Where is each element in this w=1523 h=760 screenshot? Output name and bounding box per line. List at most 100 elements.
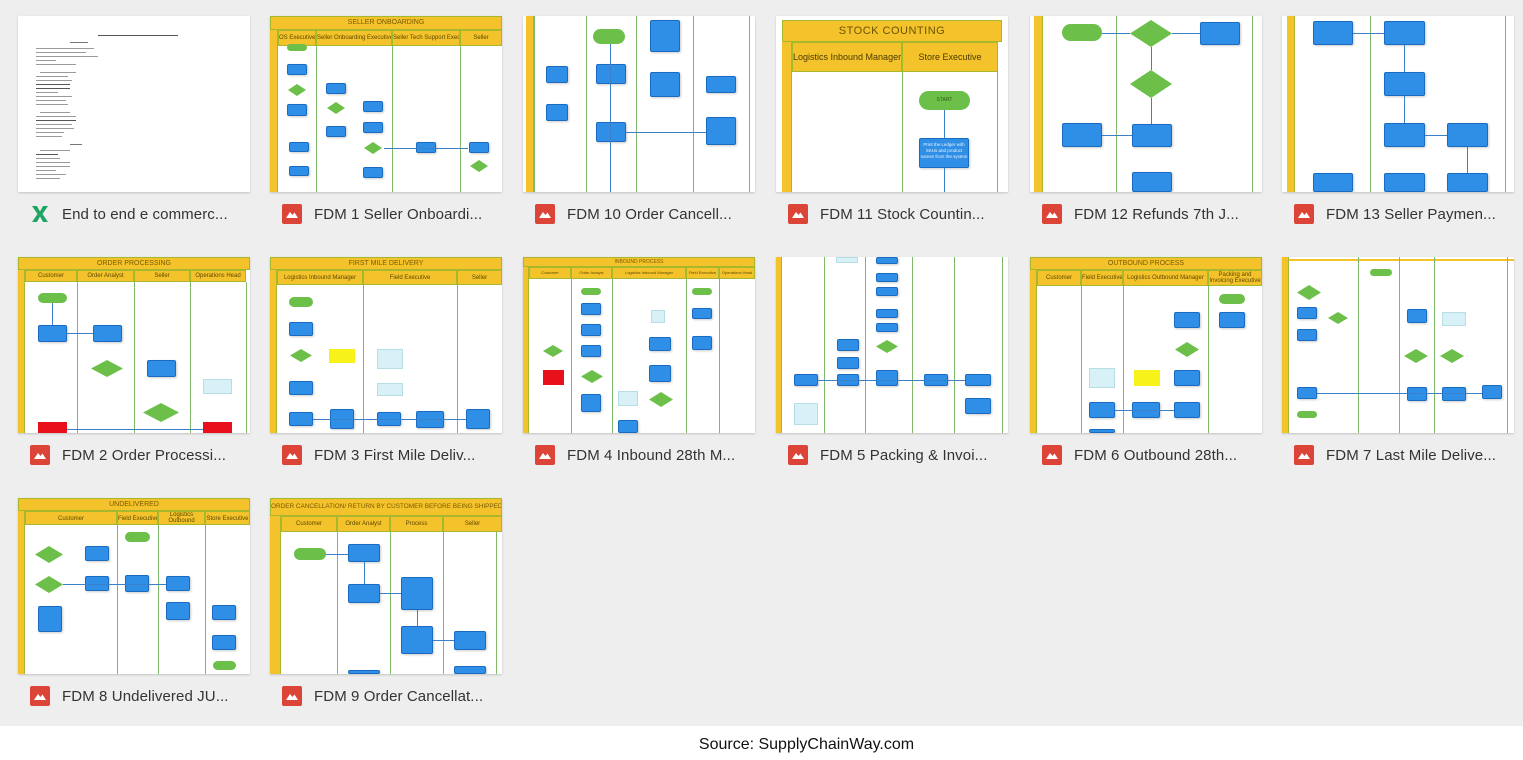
file-name: FDM 12 Refunds 7th J...: [1074, 205, 1239, 223]
file-caption[interactable]: FDM 7 Last Mile Delive...: [1294, 445, 1523, 465]
file-thumbnail-flowchart[interactable]: ORDER PROCESSING Customer Order Analyst …: [18, 257, 250, 433]
image-icon: [1294, 445, 1314, 465]
file-caption[interactable]: FDM 4 Inbound 28th M...: [535, 445, 767, 465]
lane-header: Customer: [25, 270, 77, 282]
file-caption[interactable]: End to end e commerc...: [30, 204, 262, 224]
flowchart-title: ORDER PROCESSING: [18, 257, 250, 270]
image-icon: [1042, 445, 1062, 465]
file-name: FDM 11 Stock Countin...: [820, 205, 985, 223]
file-name: FDM 8 Undelivered JU...: [62, 687, 229, 705]
source-credit: Source: SupplyChainWay.com: [698, 736, 915, 753]
lane-header: Store Executive: [902, 42, 998, 72]
lane-header: Field Executive: [1081, 270, 1123, 286]
image-icon: [30, 686, 50, 706]
flowchart-title: ORDER CANCELLATION/ RETURN BY CUSTOMER B…: [270, 498, 502, 516]
file-thumbnail-flowchart[interactable]: [1282, 257, 1514, 433]
file-name: FDM 10 Order Cancell...: [567, 205, 732, 223]
flowchart-title: FIRST MILE DELIVERY: [270, 257, 502, 270]
flowchart-title: SELLER ONBOARDING: [270, 16, 502, 30]
file-thumbnail-flowchart[interactable]: OUTBOUND PROCESS Customer Field Executiv…: [1030, 257, 1262, 433]
file-name: FDM 9 Order Cancellat...: [314, 687, 484, 705]
file-name: FDM 4 Inbound 28th M...: [567, 446, 736, 464]
flowchart-side-label: [1030, 270, 1037, 433]
flowchart-side-label: [1287, 16, 1295, 192]
lane-header: Customer: [1037, 270, 1081, 286]
lane-header: Seller: [443, 516, 502, 532]
lane-header: Order Analyst: [337, 516, 390, 532]
flowchart-side-label: [776, 257, 782, 433]
flowchart-side-label: [270, 30, 278, 192]
flowchart-side-label: [18, 511, 25, 674]
lane-header: Logistics Inbound Manager: [792, 42, 902, 72]
lane-header: Logistics Inbound Manager: [612, 267, 686, 279]
file-caption[interactable]: FDM 3 First Mile Deliv...: [282, 445, 514, 465]
file-thumbnail-flowchart[interactable]: [1282, 16, 1514, 192]
file-caption[interactable]: FDM 8 Undelivered JU...: [30, 686, 262, 706]
file-thumbnail-flowchart[interactable]: UNDELIVERED Customer Field Executive Log…: [18, 498, 250, 674]
file-name: FDM 3 First Mile Deliv...: [314, 446, 476, 464]
flowchart-side-label: [526, 16, 534, 192]
lane-header: Logistics Outbound Manager: [1123, 270, 1208, 286]
image-icon: [282, 686, 302, 706]
lane-header: Operations Head: [190, 270, 246, 282]
file-caption[interactable]: FDM 10 Order Cancell...: [535, 204, 767, 224]
file-caption[interactable]: FDM 1 Seller Onboardi...: [282, 204, 514, 224]
lane-header: Customer: [529, 267, 571, 279]
file-thumbnail-flowchart[interactable]: INBOUND PROCESS Customer Order Analyst L…: [523, 257, 755, 433]
lane-header: Order Analyst: [77, 270, 134, 282]
file-caption[interactable]: FDM 6 Outbound 28th...: [1042, 445, 1274, 465]
flowchart-title: INBOUND PROCESS: [523, 257, 755, 267]
file-thumbnail-flowchart[interactable]: [776, 257, 1008, 433]
flowchart-title: OUTBOUND PROCESS: [1030, 257, 1262, 270]
file-thumbnail-flowchart[interactable]: SELLER ONBOARDING OS Executive Seller On…: [270, 16, 502, 192]
file-name: FDM 2 Order Processi...: [62, 446, 226, 464]
flowchart-side-label: [523, 267, 529, 433]
image-icon: [282, 204, 302, 224]
file-thumbnail-document[interactable]: [18, 16, 250, 192]
file-name: FDM 13 Seller Paymen...: [1326, 205, 1496, 223]
file-caption[interactable]: FDM 9 Order Cancellat...: [282, 686, 514, 706]
file-name: FDM 6 Outbound 28th...: [1074, 446, 1238, 464]
lane-header: Field Executive: [686, 267, 719, 279]
flowchart-title: UNDELIVERED: [18, 498, 250, 511]
file-name: FDM 1 Seller Onboardi...: [314, 205, 483, 223]
file-thumbnail-flowchart[interactable]: FIRST MILE DELIVERY Logistics Inbound Ma…: [270, 257, 502, 433]
flowchart-side-label: [270, 516, 281, 674]
lane-header: Packing and Invoicing Executive: [1208, 270, 1262, 286]
lane-header: Field Executive: [117, 511, 158, 525]
flowchart-side-label: [1282, 257, 1289, 433]
lane-header: Customer: [25, 511, 117, 525]
lane-header: Store Executive: [205, 511, 250, 525]
file-thumbnail-flowchart[interactable]: [1030, 16, 1262, 192]
file-name: End to end e commerc...: [62, 205, 228, 223]
image-icon: [535, 445, 555, 465]
image-icon: [1042, 204, 1062, 224]
lane-header: Seller Tech Support Executive: [392, 30, 460, 46]
file-caption[interactable]: FDM 2 Order Processi...: [30, 445, 262, 465]
flowchart-title: STOCK COUNTING: [782, 20, 1002, 42]
lane-header: Order Analyst: [571, 267, 612, 279]
image-icon: [282, 445, 302, 465]
file-caption[interactable]: FDM 11 Stock Countin...: [788, 204, 1020, 224]
file-thumbnail-flowchart[interactable]: ORDER CANCELLATION/ RETURN BY CUSTOMER B…: [270, 498, 502, 674]
flowchart-side-label: [1034, 16, 1043, 192]
file-name: FDM 5 Packing & Invoi...: [820, 446, 988, 464]
sheets-x-icon: [32, 206, 48, 222]
process-step: Print the Ledger with SKUs and product n…: [919, 138, 969, 168]
file-thumbnail-flowchart[interactable]: [523, 16, 755, 192]
image-icon: [788, 204, 808, 224]
file-caption[interactable]: FDM 5 Packing & Invoi...: [788, 445, 1020, 465]
flowchart-side-label: [782, 42, 792, 192]
file-caption[interactable]: FDM 12 Refunds 7th J...: [1042, 204, 1274, 224]
file-caption[interactable]: FDM 13 Seller Paymen...: [1294, 204, 1523, 224]
flowchart-side-label: [18, 270, 25, 433]
lane-header: Logistics Outbound Manager: [158, 511, 205, 525]
lane-header: Seller: [460, 30, 502, 46]
file-name: FDM 7 Last Mile Delive...: [1326, 446, 1497, 464]
lane-header: Logistics Inbound Manager: [277, 270, 363, 285]
file-thumbnail-flowchart[interactable]: STOCK COUNTING Logistics Inbound Manager…: [776, 16, 1008, 192]
lane-header: Field Executive: [363, 270, 457, 285]
start-node: START: [919, 91, 970, 110]
image-icon: [788, 445, 808, 465]
lane-header: Process: [390, 516, 443, 532]
